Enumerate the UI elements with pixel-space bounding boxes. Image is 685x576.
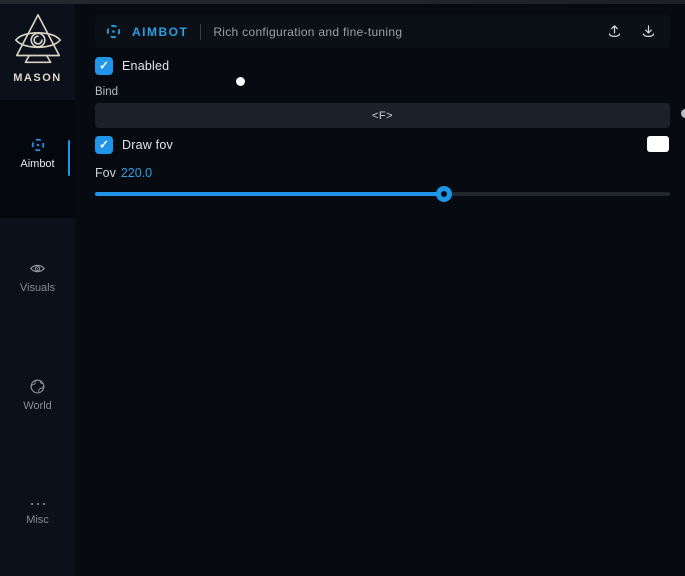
ellipsis-icon — [29, 499, 47, 509]
header-divider — [200, 24, 201, 40]
sidebar: MASON Aimbot Visuals — [0, 4, 75, 576]
sidebar-item-aimbot[interactable]: Aimbot — [0, 137, 75, 170]
bind-key-input[interactable]: <F> — [95, 103, 670, 128]
crosshair-icon — [105, 23, 122, 40]
page-title: AIMBOT — [132, 25, 188, 39]
fov-value: 220.0 — [121, 166, 152, 180]
sidebar-item-world[interactable]: World — [0, 378, 75, 412]
draw-fov-checkbox[interactable]: ✓ — [95, 136, 113, 154]
app-logo-label: MASON — [13, 72, 61, 84]
mason-app-window: MASON Aimbot Visuals — [0, 0, 685, 576]
sidebar-item-visuals[interactable]: Visuals — [0, 260, 75, 294]
page-header: AIMBOT Rich configuration and fine-tunin… — [95, 15, 670, 48]
sidebar-item-label: Visuals — [20, 282, 55, 294]
draw-fov-setting: ✓ Draw fov — [95, 136, 173, 154]
draw-fov-color-swatch[interactable] — [647, 136, 669, 152]
sidebar-item-label: World — [23, 400, 52, 412]
sidebar-item-misc[interactable]: Misc — [0, 499, 75, 526]
upload-config-button[interactable] — [602, 20, 626, 44]
draw-fov-label: Draw fov — [122, 138, 173, 152]
pyramid-eye-icon — [9, 12, 67, 70]
fov-slider-fill — [95, 192, 444, 196]
page-subtitle: Rich configuration and fine-tuning — [213, 25, 402, 39]
fov-slider-thumb[interactable] — [436, 186, 452, 202]
globe-icon — [29, 378, 46, 395]
sidebar-item-label: Aimbot — [20, 158, 54, 170]
enabled-checkbox[interactable]: ✓ — [95, 57, 113, 75]
mouse-cursor-dot — [236, 77, 245, 86]
eye-icon — [29, 260, 46, 277]
download-icon — [640, 23, 657, 40]
enabled-label: Enabled — [122, 59, 169, 73]
crosshair-icon — [30, 137, 46, 153]
sidebar-item-label: Misc — [26, 514, 49, 526]
upload-icon — [606, 23, 623, 40]
bind-key-value: <F> — [372, 110, 393, 122]
fov-label: Fov — [95, 166, 116, 180]
download-config-button[interactable] — [636, 20, 660, 44]
drag-dot — [681, 109, 685, 118]
enabled-setting: ✓ Enabled — [95, 57, 169, 75]
bind-label: Bind — [95, 86, 118, 98]
checkmark-icon: ✓ — [99, 60, 109, 72]
app-logo: MASON — [0, 12, 75, 84]
fov-slider[interactable] — [95, 188, 670, 200]
main-content: AIMBOT Rich configuration and fine-tunin… — [75, 4, 685, 576]
fov-setting-label: Fov 220.0 — [95, 166, 152, 180]
checkmark-icon: ✓ — [99, 139, 109, 151]
